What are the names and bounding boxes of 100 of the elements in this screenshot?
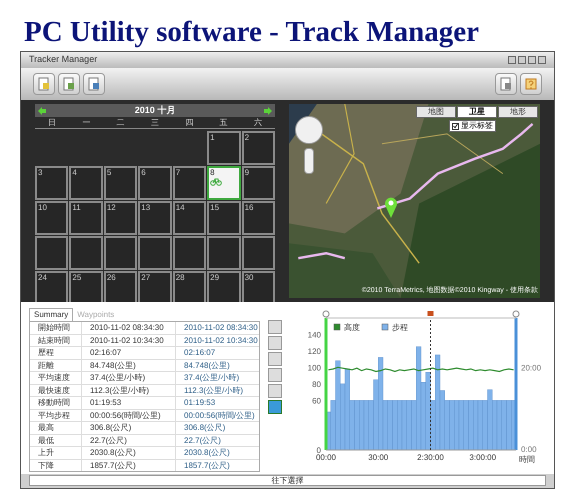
map-type-tab[interactable]: 卫星 [457, 106, 497, 118]
day-cell[interactable]: 16 [242, 201, 275, 235]
day-number: 13 [141, 204, 152, 212]
table-cell-text: 22.7(公尺) [183, 434, 222, 446]
day-number: 15 [210, 204, 220, 212]
day-cell[interactable]: 12 [104, 201, 138, 235]
legend-swatch [382, 324, 388, 330]
day-number: 28 [176, 274, 186, 282]
table-cell: 84.748(公里) [82, 360, 176, 371]
weekday-label: 一 [81, 117, 92, 128]
day-cell[interactable] [242, 236, 275, 270]
tab[interactable]: Summary [29, 308, 74, 321]
table-cell: 最高 [30, 422, 82, 434]
day-cell[interactable]: 6 [138, 166, 172, 200]
table-cell: 最低 [30, 434, 82, 446]
table-cell: 37.4(公里/小時) [82, 372, 176, 384]
day-number: 24 [38, 274, 48, 282]
weekday-label: 日 [47, 117, 58, 128]
axis-label: 60 [312, 396, 321, 406]
previous-month-icon[interactable] [37, 106, 47, 116]
day-cell[interactable]: 2 [242, 131, 275, 165]
axis-label: 80 [312, 380, 321, 389]
weekday-label: 五 [218, 117, 229, 128]
day-number: 26 [106, 274, 117, 282]
table-cell-text: 37.4(公里/小時) [183, 372, 240, 384]
help-icon[interactable] [520, 73, 542, 95]
weekday-label: 四 [184, 117, 194, 128]
axis-label: 0:00 [521, 445, 537, 454]
table-cell: 2010-11-02 08:34:30 [82, 322, 176, 334]
axis-label: 30:00 [368, 453, 388, 462]
day-cell[interactable]: 28 [172, 271, 206, 305]
day-number: 2 [244, 134, 250, 142]
day-cell[interactable] [207, 236, 241, 270]
table-cell: 1857.7(公尺) [82, 460, 176, 471]
day-number: 10 [38, 204, 48, 212]
day-cell[interactable]: 9 [242, 166, 275, 200]
day-cell[interactable]: 10 [35, 201, 68, 235]
next-month-icon[interactable] [263, 106, 273, 116]
weekday-label: 三 [150, 117, 160, 128]
day-number: 12 [106, 204, 117, 212]
day-cell[interactable]: 24 [35, 271, 68, 305]
day-cell[interactable]: 25 [69, 271, 103, 305]
table-cell: 歷程 [30, 347, 82, 358]
flag-icon [428, 311, 434, 316]
table-cell: 移動時間 [30, 397, 82, 408]
export-icon[interactable] [83, 73, 105, 95]
day-cell[interactable]: 15 [207, 201, 241, 235]
day-number: 14 [176, 204, 186, 212]
day-cell[interactable] [35, 236, 68, 270]
table-cell: 306.8(公尺) [82, 422, 176, 434]
day-number: 8 [210, 169, 216, 177]
day-cell[interactable] [138, 236, 172, 270]
table-cell: 2010-11-02 10:34:30 [82, 334, 176, 346]
map-type-tab[interactable]: 地形 [498, 106, 538, 118]
day-cell[interactable]: 13 [138, 201, 172, 235]
map-type-tab[interactable]: 地图 [416, 106, 456, 118]
day-cell[interactable]: 5 [104, 166, 138, 200]
import-icon[interactable] [58, 73, 80, 95]
day-cell[interactable] [172, 236, 206, 270]
day-cell[interactable]: 29 [207, 271, 241, 305]
day-number: 30 [244, 274, 254, 282]
day-cell[interactable]: 11 [69, 201, 103, 235]
day-number: 9 [244, 169, 250, 177]
day-number: 6 [141, 169, 147, 177]
day-cell[interactable]: 7 [172, 166, 206, 200]
table-cell: 02:16:07 [82, 347, 176, 358]
table-cell-text: 1857.7(公尺) [183, 460, 231, 471]
axis-label: 2:30:00 [417, 453, 444, 462]
day-number: 4 [72, 169, 78, 177]
day-cell[interactable] [69, 236, 103, 270]
table-cell-text: 2030.8(公尺) [183, 447, 231, 458]
day-cell[interactable]: 4 [69, 166, 103, 200]
day-number: 7 [176, 169, 182, 177]
axis-title: 時間 [519, 455, 535, 464]
table-cell-text: 2010-11-02 08:34:30 [183, 322, 259, 334]
table-cell-text: 00:00:56(時間/公里) [183, 410, 256, 421]
axis-label: 120 [308, 346, 321, 356]
axis-label: 00:00 [316, 453, 336, 462]
day-cell[interactable]: 14 [172, 201, 206, 235]
table-cell-text: 02:16:07 [183, 347, 216, 358]
checkbox[interactable] [452, 122, 459, 130]
day-cell[interactable]: 26 [104, 271, 138, 305]
checkbox-label: 显示标签 [461, 121, 493, 131]
end-handle-icon[interactable] [512, 310, 520, 318]
day-cell[interactable]: 27 [138, 271, 172, 305]
day-number: 1 [210, 134, 216, 142]
weekday-label: 六 [252, 117, 263, 128]
new-file-icon[interactable] [33, 73, 55, 95]
day-cell[interactable] [104, 236, 138, 270]
day-number: 27 [141, 274, 152, 282]
show-labels-control[interactable]: 显示标签 [449, 120, 496, 132]
day-cell[interactable]: 30 [242, 271, 275, 305]
day-cell[interactable]: 8 [207, 166, 241, 200]
table-cell: 平均步程 [30, 410, 82, 421]
start-handle-icon[interactable] [322, 310, 330, 318]
day-cell[interactable]: 1 [207, 131, 241, 165]
day-number: 11 [72, 204, 82, 212]
axis-label: 3:00:00 [469, 453, 496, 462]
day-number: 5 [106, 169, 112, 177]
day-cell[interactable]: 3 [35, 166, 68, 200]
